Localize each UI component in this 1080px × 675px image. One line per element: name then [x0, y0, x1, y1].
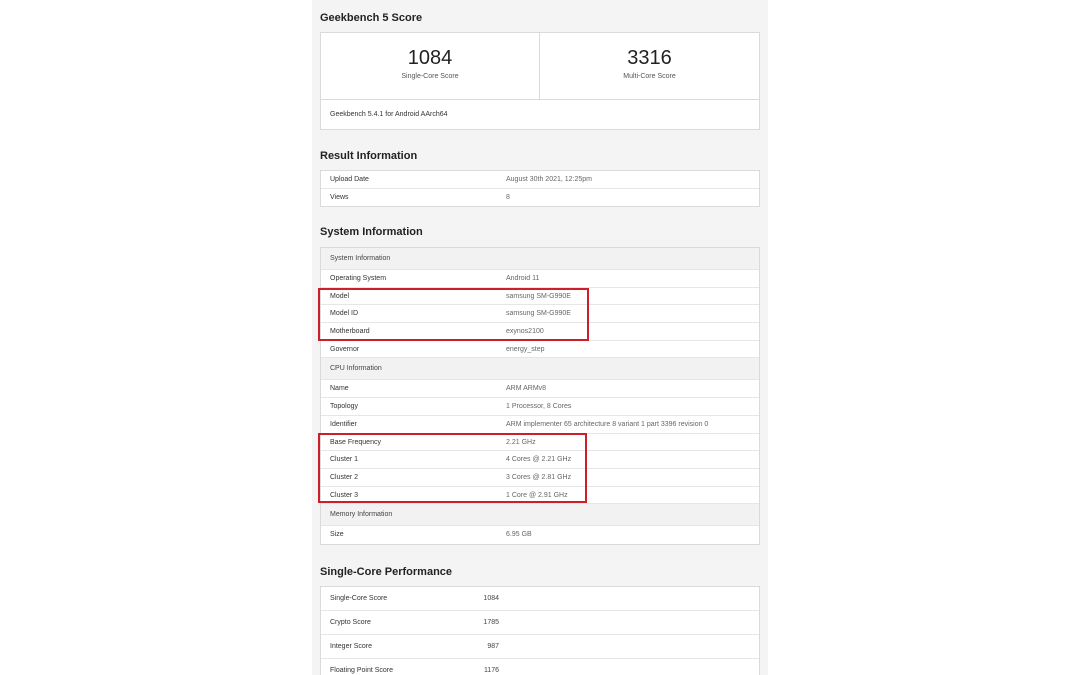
single-core-performance-table: Single-Core Score 1084 Crypto Score 1785… [320, 586, 760, 675]
row-key: Size [330, 531, 344, 539]
section-header-label: System Information [330, 255, 391, 262]
table-row: Views 8 [321, 189, 759, 207]
table-row: Cluster 2 3 Cores @ 2.81 GHz [321, 469, 759, 487]
row-key: Governor [330, 345, 360, 353]
row-value: exynos2100 [506, 328, 544, 336]
row-key: Topology [330, 403, 359, 411]
single-core-score-value: 1084 [407, 47, 453, 69]
table-row: Crypto Score 1785 [321, 611, 759, 635]
row-value: Android 11 [506, 275, 540, 282]
row-value: energy_step [506, 345, 545, 353]
row-key: Views [330, 193, 349, 201]
table-row: Single-Core Score 1084 [321, 587, 759, 611]
row-value: 3 Cores @ 2.81 GHz [506, 473, 572, 481]
table-row: Name ARM ARMv8 [321, 380, 759, 399]
row-value: 1084 [483, 595, 499, 602]
row-value: 4 Cores @ 2.21 GHz [506, 456, 572, 464]
row-value: 1 Processor, 8 Cores [506, 403, 572, 411]
table-row: Size 6.95 GB [321, 526, 759, 544]
row-key: Crypto Score [330, 619, 371, 626]
row-key: Motherboard [330, 328, 370, 336]
section-header-label: CPU Information [330, 365, 382, 373]
table-row: Upload Date August 30th 2021, 12:25pm [321, 171, 759, 189]
geekbench-score-title: Geekbench 5 Score [320, 12, 423, 24]
row-key: Identifier [330, 420, 357, 428]
row-key: Cluster 2 [330, 473, 359, 481]
system-information-table: System Information Operating System Andr… [320, 247, 760, 545]
table-row: Topology 1 Processor, 8 Cores [321, 398, 759, 416]
multi-core-score-label: Multi-Core Score [623, 73, 676, 80]
row-key: Floating Point Score [330, 667, 394, 674]
single-core-score-label: Single-Core Score [401, 73, 459, 80]
row-value: 987 [487, 643, 499, 650]
table-row: Motherboard exynos2100 [321, 323, 759, 341]
row-value: 2.21 GHz [506, 438, 536, 446]
row-value: 1785 [483, 619, 499, 626]
table-row: Model ID samsung SM-G990E [321, 305, 759, 324]
table-row: Cluster 1 4 Cores @ 2.21 GHz [321, 451, 759, 469]
row-key: Name [330, 385, 349, 393]
row-key: Model ID [330, 310, 359, 318]
single-core-score-cell: 1084 Single-Core Score [321, 33, 540, 100]
row-key: Upload Date [330, 176, 369, 183]
table-row: Governor energy_step [321, 341, 759, 359]
system-information-title: System Information [320, 226, 423, 238]
row-value: 1 Core @ 2.91 GHz [506, 491, 568, 499]
row-key: Model [330, 292, 350, 300]
table-row: Operating System Android 11 [321, 270, 759, 288]
row-value: ARM ARMv8 [506, 385, 547, 393]
table-row: Cluster 3 1 Core @ 2.91 GHz [321, 487, 759, 505]
row-key: Cluster 1 [330, 456, 359, 464]
row-key: Cluster 3 [330, 491, 359, 499]
row-value: ARM implementer 65 architecture 8 varian… [506, 420, 709, 428]
row-key: Base Frequency [330, 438, 381, 446]
single-core-performance-title: Single-Core Performance [320, 566, 453, 578]
table-section-header: CPU Information [321, 358, 759, 381]
table-row: Floating Point Score 1176 [321, 659, 759, 675]
multi-core-score-cell: 3316 Multi-Core Score [540, 33, 759, 100]
result-information-title: Result Information [320, 150, 418, 162]
row-key: Integer Score [330, 643, 373, 650]
multi-core-score-value: 3316 [627, 47, 672, 69]
row-value: samsung SM-G990E [506, 310, 571, 318]
section-header-label: Memory Information [330, 511, 393, 519]
row-value: 8 [506, 193, 510, 201]
row-key: Operating System [330, 275, 387, 282]
table-row: Base Frequency 2.21 GHz [321, 434, 759, 452]
table-section-header: Memory Information [321, 504, 759, 527]
geekbench-result-page: Geekbench 5 Score 1084 Single-Core Score… [312, 0, 768, 675]
table-row: Identifier ARM implementer 65 architectu… [321, 416, 759, 434]
table-row: Integer Score 987 [321, 635, 759, 659]
row-value: August 30th 2021, 12:25pm [506, 176, 593, 183]
row-key: Single-Core Score [330, 595, 388, 602]
result-information-table: Upload Date August 30th 2021, 12:25pm Vi… [320, 170, 760, 208]
table-row: Model samsung SM-G990E [321, 288, 759, 306]
row-value: samsung SM-G990E [506, 292, 571, 300]
row-value: 1176 [483, 667, 499, 674]
score-card: 1084 Single-Core Score 3316 Multi-Core S… [320, 32, 760, 130]
geekbench-version: Geekbench 5.4.1 for Android AArch64 [330, 111, 448, 118]
row-value: 6.95 GB [506, 531, 532, 539]
table-section-header: System Information [321, 248, 759, 270]
